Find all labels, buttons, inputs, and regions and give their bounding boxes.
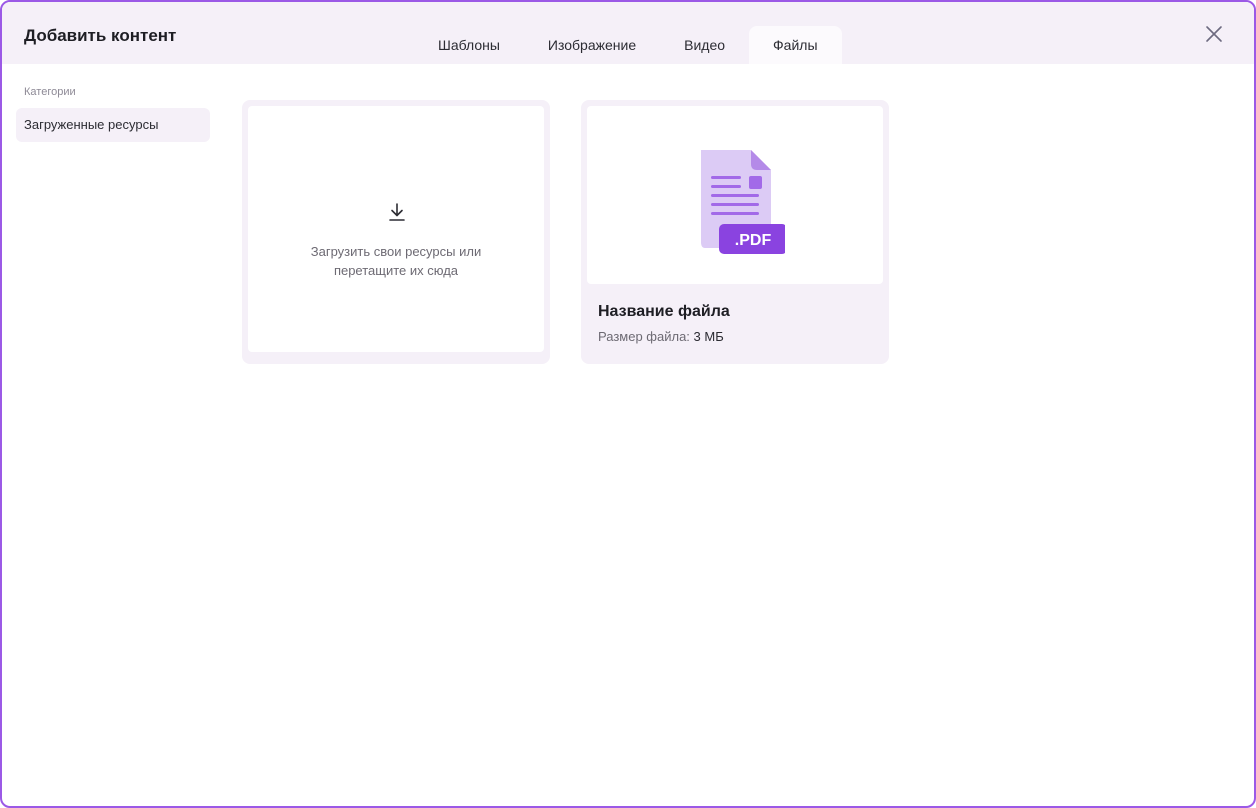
file-card[interactable]: .PDF Название файла Размер файла: 3 МБ <box>581 100 889 364</box>
file-size: Размер файла: 3 МБ <box>598 329 724 344</box>
pdf-file-icon: .PDF <box>701 150 785 254</box>
download-icon <box>389 203 405 221</box>
dialog-title: Добавить контент <box>24 26 177 45</box>
upload-text-line1: Загрузить свои ресурсы или <box>310 244 482 259</box>
sidebar: Категории Загруженные ресурсы <box>16 64 212 142</box>
pdf-badge: .PDF <box>735 232 772 249</box>
tab-bar: Шаблоны Изображение Видео Файлы <box>414 26 842 64</box>
upload-dropzone[interactable]: Загрузить свои ресурсы или перетащите их… <box>242 100 550 364</box>
sidebar-item-uploaded-resources[interactable]: Загруженные ресурсы <box>16 108 210 142</box>
tab-files[interactable]: Файлы <box>749 26 842 64</box>
dialog-header: Добавить контент Шаблоны Изображение Вид… <box>2 2 1254 64</box>
file-size-value: 3 МБ <box>693 329 724 344</box>
upload-dropzone-inner: Загрузить свои ресурсы или перетащите их… <box>248 106 544 352</box>
sidebar-heading: Категории <box>24 86 76 98</box>
file-size-label: Размер файла: <box>598 329 690 344</box>
tab-image[interactable]: Изображение <box>524 26 660 64</box>
tab-video[interactable]: Видео <box>660 26 749 64</box>
close-button[interactable] <box>1202 22 1226 46</box>
file-preview: .PDF <box>587 106 883 284</box>
close-icon <box>1206 26 1222 42</box>
upload-instructions: Загрузить свои ресурсы или перетащите их… <box>268 242 524 280</box>
add-content-dialog: Добавить контент Шаблоны Изображение Вид… <box>0 0 1256 808</box>
upload-text-line2: перетащите их сюда <box>333 263 459 278</box>
file-name: Название файла <box>598 303 730 320</box>
tab-templates[interactable]: Шаблоны <box>414 26 524 64</box>
